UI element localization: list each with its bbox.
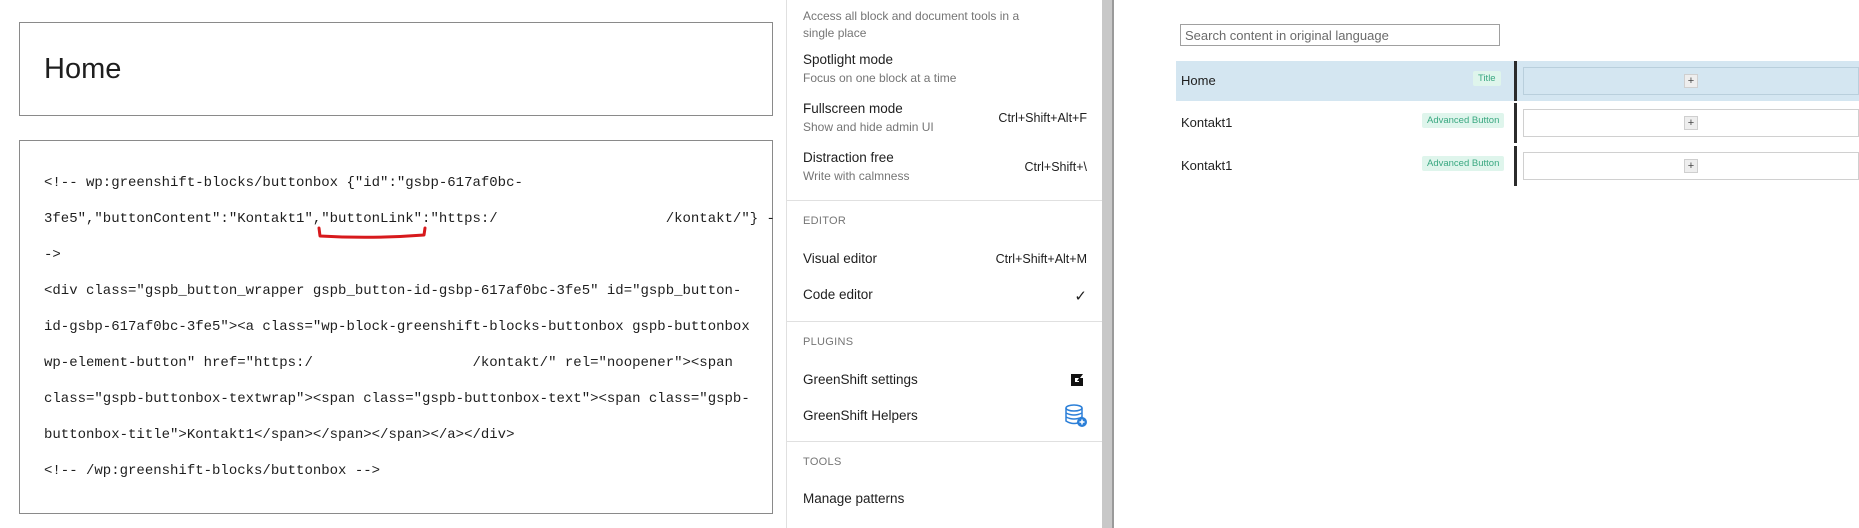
menu-item-fullscreen-mode[interactable]: Fullscreen mode Show and hide admin UI C… xyxy=(803,101,1087,137)
code-line: class="gspb-buttonbox-textwrap"><span cl… xyxy=(44,391,750,407)
greenshift-logo-icon xyxy=(1071,374,1083,386)
menu-item-visual-editor[interactable]: Visual editor Ctrl+Shift+Alt+M xyxy=(803,251,1087,271)
options-menu: Access all block and document tools in a… xyxy=(786,0,1103,528)
menu-shortcut: Ctrl+Shift+\ xyxy=(1024,160,1087,174)
translation-row[interactable]: Home Title + xyxy=(1176,61,1859,101)
menu-item-code-editor[interactable]: Code editor ✓ xyxy=(803,287,1087,307)
menu-item-greenshift-helpers[interactable]: GreenShift Helpers xyxy=(803,404,1087,428)
post-title-box[interactable]: Home xyxy=(19,22,773,116)
menu-item-label: GreenShift settings xyxy=(803,372,918,387)
translation-target-field[interactable]: + xyxy=(1523,67,1859,95)
code-line: <div class="gspb_button_wrapper gspb_but… xyxy=(44,283,742,299)
menu-shortcut: Ctrl+Shift+Alt+F xyxy=(998,111,1087,125)
add-translation-button[interactable]: + xyxy=(1684,116,1698,130)
code-line: id-gsbp-617af0bc-3fe5"><a class="wp-bloc… xyxy=(44,319,750,335)
row-source-name: Kontakt1 xyxy=(1181,115,1233,130)
code-line: <!-- wp:greenshift-blocks/buttonbox {"id… xyxy=(44,175,523,191)
block-type-badge: Advanced Button xyxy=(1422,156,1505,171)
menu-divider xyxy=(787,200,1103,201)
row-source-name: Kontakt1 xyxy=(1181,158,1233,173)
menu-item-label: GreenShift Helpers xyxy=(803,408,918,423)
menu-item-label: Spotlight mode xyxy=(803,52,894,67)
menu-divider xyxy=(787,441,1103,442)
translation-row[interactable]: Kontakt1 Advanced Button + xyxy=(1176,103,1859,143)
menu-section-heading: TOOLS xyxy=(803,456,842,468)
menu-section-heading: EDITOR xyxy=(803,215,847,227)
code-line: 3fe5","buttonContent":"Kontakt1","button… xyxy=(44,211,775,227)
translation-target-field[interactable]: + xyxy=(1523,109,1859,137)
code-line: buttonbox-title">Kontakt1</span></span><… xyxy=(44,427,515,443)
post-title[interactable]: Home xyxy=(44,53,121,86)
menu-item-label: Code editor xyxy=(803,287,873,302)
add-translation-button[interactable]: + xyxy=(1684,74,1698,88)
search-input[interactable] xyxy=(1180,24,1500,46)
database-plus-icon xyxy=(1065,404,1087,427)
menu-divider xyxy=(787,321,1103,322)
red-underline-annotation xyxy=(317,226,427,239)
code-editor[interactable]: <!-- wp:greenshift-blocks/buttonbox {"id… xyxy=(19,140,775,514)
row-source-name: Home xyxy=(1181,73,1216,88)
column-divider xyxy=(1514,146,1517,186)
menu-item-distraction-free[interactable]: Distraction free Write with calmness Ctr… xyxy=(803,150,1087,186)
column-divider xyxy=(1514,61,1517,101)
menu-item-spotlight-mode[interactable]: Spotlight mode Focus on one block at a t… xyxy=(803,52,1087,88)
block-type-badge: Advanced Button xyxy=(1422,113,1505,128)
code-line: -> xyxy=(44,247,61,263)
block-type-badge: Title xyxy=(1473,71,1501,86)
menu-item-manage-patterns[interactable]: Manage patterns xyxy=(803,491,1087,511)
translation-target-field[interactable]: + xyxy=(1523,152,1859,180)
code-line: wp-element-button" href="https:/ /kontak… xyxy=(44,355,733,371)
add-translation-button[interactable]: + xyxy=(1684,159,1698,173)
code-line: <!-- /wp:greenshift-blocks/buttonbox --> xyxy=(44,463,381,479)
menu-section-heading: PLUGINS xyxy=(803,336,854,348)
menu-item-label: Manage patterns xyxy=(803,491,905,506)
column-divider xyxy=(1514,103,1517,143)
menu-item-description: Access all block and document tools in a… xyxy=(803,9,1020,40)
translation-row[interactable]: Kontakt1 Advanced Button + xyxy=(1176,146,1859,186)
menu-item-greenshift-settings[interactable]: GreenShift settings xyxy=(803,372,1087,392)
menu-scrollbar[interactable] xyxy=(1102,0,1112,528)
menu-shortcut: Ctrl+Shift+Alt+M xyxy=(995,252,1087,266)
menu-item-description: Focus on one block at a time xyxy=(803,71,957,85)
checkmark-icon: ✓ xyxy=(1074,288,1087,305)
